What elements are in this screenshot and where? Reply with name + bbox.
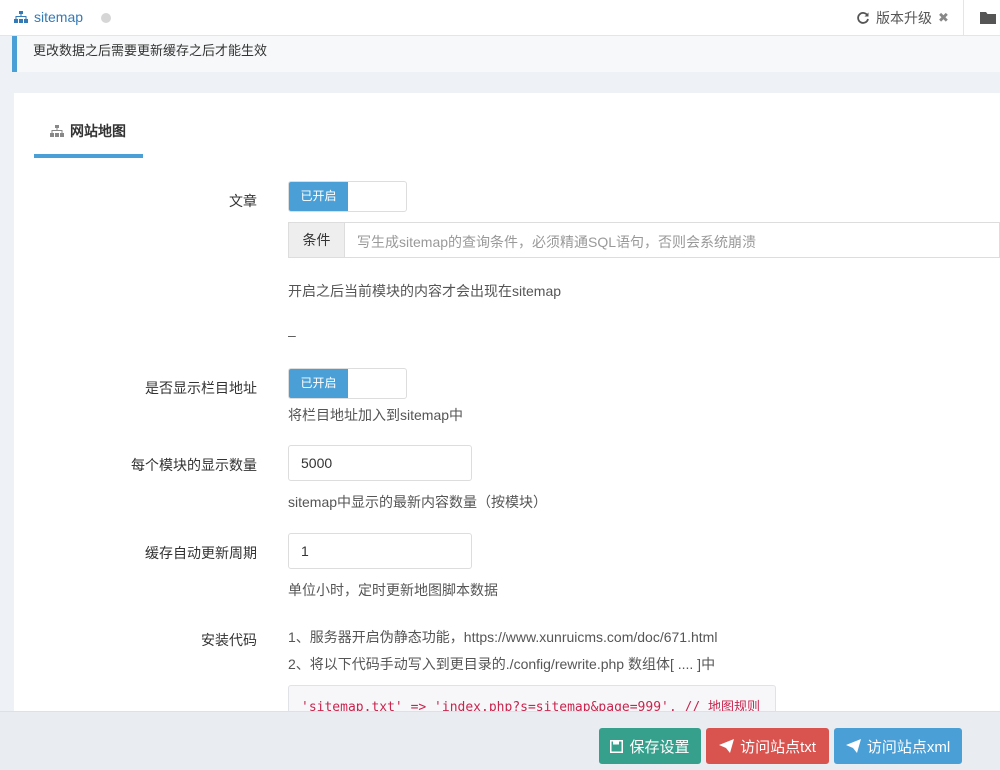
send-icon	[719, 739, 735, 753]
folder-icon[interactable]	[980, 11, 996, 24]
notice-banner: 更改数据之后需要更新缓存之后才能生效	[12, 36, 1000, 72]
notice-text: 更改数据之后需要更新缓存之后才能生效	[33, 43, 268, 58]
show-category-toggle[interactable]: 已开启	[288, 368, 407, 399]
cache-period-label: 缓存自动更新周期	[145, 545, 257, 561]
upgrade-tab[interactable]: 版本升级 ✖	[856, 8, 949, 28]
status-dot	[101, 13, 111, 23]
article-dash: –	[288, 327, 296, 343]
condition-input-group: 条件 写生成sitemap的查询条件，必须精通SQL语句，否则会系统崩溃	[288, 222, 1000, 258]
sitemap-icon	[50, 125, 64, 137]
per-module-help: sitemap中显示的最新内容数量（按模块）	[288, 494, 548, 510]
visit-xml-label: 访问站点xml	[866, 738, 951, 756]
main-panel: 网站地图 文章 已开启 条件 写生成sitemap的查询条件，必须精通SQL语句…	[14, 93, 1000, 770]
footer-bar: 保存设置 访问站点txt 访问站点xml	[0, 711, 1000, 770]
per-module-label: 每个模块的显示数量	[131, 457, 257, 473]
install-label: 安装代码	[201, 632, 257, 648]
visit-txt-button[interactable]: 访问站点txt	[706, 728, 829, 764]
top-bar: sitemap 版本升级 ✖	[0, 0, 1000, 36]
show-category-label: 是否显示栏目地址	[145, 380, 257, 396]
sitemap-icon	[14, 11, 28, 23]
divider	[963, 0, 964, 36]
install-line1: 1、服务器开启伪静态功能，https://www.xunruicms.com/d…	[288, 629, 718, 645]
article-toggle[interactable]: 已开启	[288, 181, 407, 212]
tab-sitemap[interactable]: sitemap	[14, 9, 83, 25]
save-label: 保存设置	[629, 738, 690, 756]
save-button[interactable]: 保存设置	[599, 728, 701, 764]
tab-inner: 网站地图	[50, 121, 126, 141]
install-line2: 2、将以下代码手动写入到更目录的./config/rewrite.php 数组体…	[288, 656, 716, 672]
article-label: 文章	[229, 193, 257, 209]
tab-title: sitemap	[34, 9, 84, 25]
visit-xml-button[interactable]: 访问站点xml	[834, 728, 962, 764]
article-toggle-on: 已开启	[289, 182, 348, 211]
refresh-icon	[857, 12, 869, 24]
condition-input[interactable]: 写生成sitemap的查询条件，必须精通SQL语句，否则会系统崩溃	[357, 232, 756, 252]
cache-period-help: 单位小时，定时更新地图脚本数据	[288, 582, 498, 598]
close-icon[interactable]: ✖	[938, 10, 949, 26]
tab-sitemap-settings[interactable]: 网站地图	[34, 93, 143, 158]
tab-label: 网站地图	[70, 123, 126, 139]
condition-addon: 条件	[289, 223, 345, 257]
send-icon	[845, 739, 861, 753]
visit-txt-label: 访问站点txt	[740, 738, 816, 756]
cache-period-input[interactable]: 1	[288, 533, 472, 569]
per-module-input[interactable]: 5000	[288, 445, 472, 481]
show-category-help: 将栏目地址加入到sitemap中	[288, 407, 464, 423]
save-icon	[610, 739, 624, 753]
upgrade-label: 版本升级	[876, 10, 932, 26]
show-category-toggle-on: 已开启	[289, 369, 348, 398]
article-help: 开启之后当前模块的内容才会出现在sitemap	[288, 283, 562, 299]
